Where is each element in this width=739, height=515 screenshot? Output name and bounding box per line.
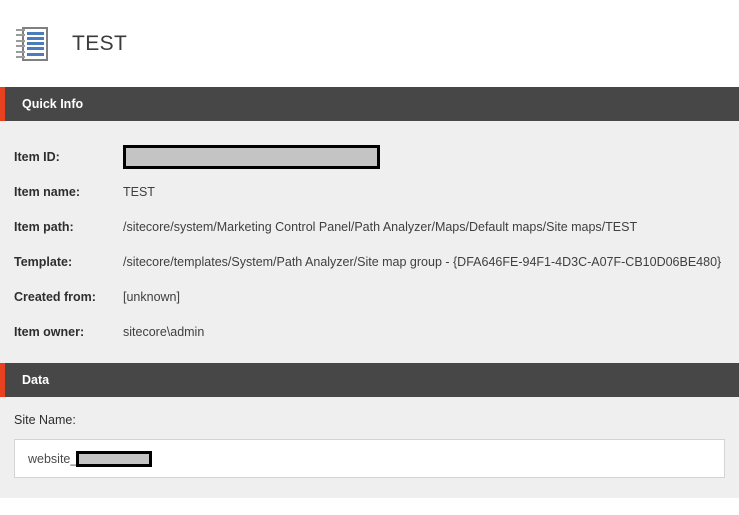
table-row: Item ID: [0,139,739,174]
row-label-item-path: Item path: [14,219,74,234]
data-section-header: Data [0,363,739,397]
redaction-box-site-name [76,450,153,467]
table-row: Item path: /sitecore/system/Marketing Co… [0,209,739,244]
row-label-item-owner: Item owner: [14,324,85,339]
row-value-item-name: TEST [123,184,155,199]
row-value-created-from: [unknown] [123,289,180,304]
quick-info-title: Quick Info [22,97,84,111]
document-lines-icon [16,26,48,61]
redaction-box-item-id [123,144,380,169]
data-section-title: Data [22,373,50,387]
site-name-label: Site Name: [14,413,76,427]
row-label-created-from: Created from: [14,289,96,304]
row-label-template: Template: [14,254,73,269]
row-label-item-id: Item ID: [14,149,60,164]
row-value-item-owner: sitecore\admin [123,324,205,339]
table-row: Item name: TEST [0,174,739,209]
page-title: TEST [72,31,128,55]
data-section-body: Site Name: website_ [0,397,739,498]
row-value-item-id [123,144,380,169]
table-row: Created from: [unknown] [0,279,739,314]
table-row: Template: /sitecore/templates/System/Pat… [0,244,739,279]
site-name-input[interactable]: website_ [14,439,725,478]
quick-info-body: Item ID: Item name: TEST Item path: /sit… [0,121,739,363]
quick-info-section-header: Quick Info [0,87,739,121]
site-name-input-value: website_ [28,451,78,466]
table-row: Item owner: sitecore\admin [0,314,739,349]
row-value-template: /sitecore/templates/System/Path Analyzer… [123,254,722,269]
row-value-item-path: /sitecore/system/Marketing Control Panel… [123,219,638,234]
page-header: TEST [0,0,739,87]
row-label-item-name: Item name: [14,184,80,199]
